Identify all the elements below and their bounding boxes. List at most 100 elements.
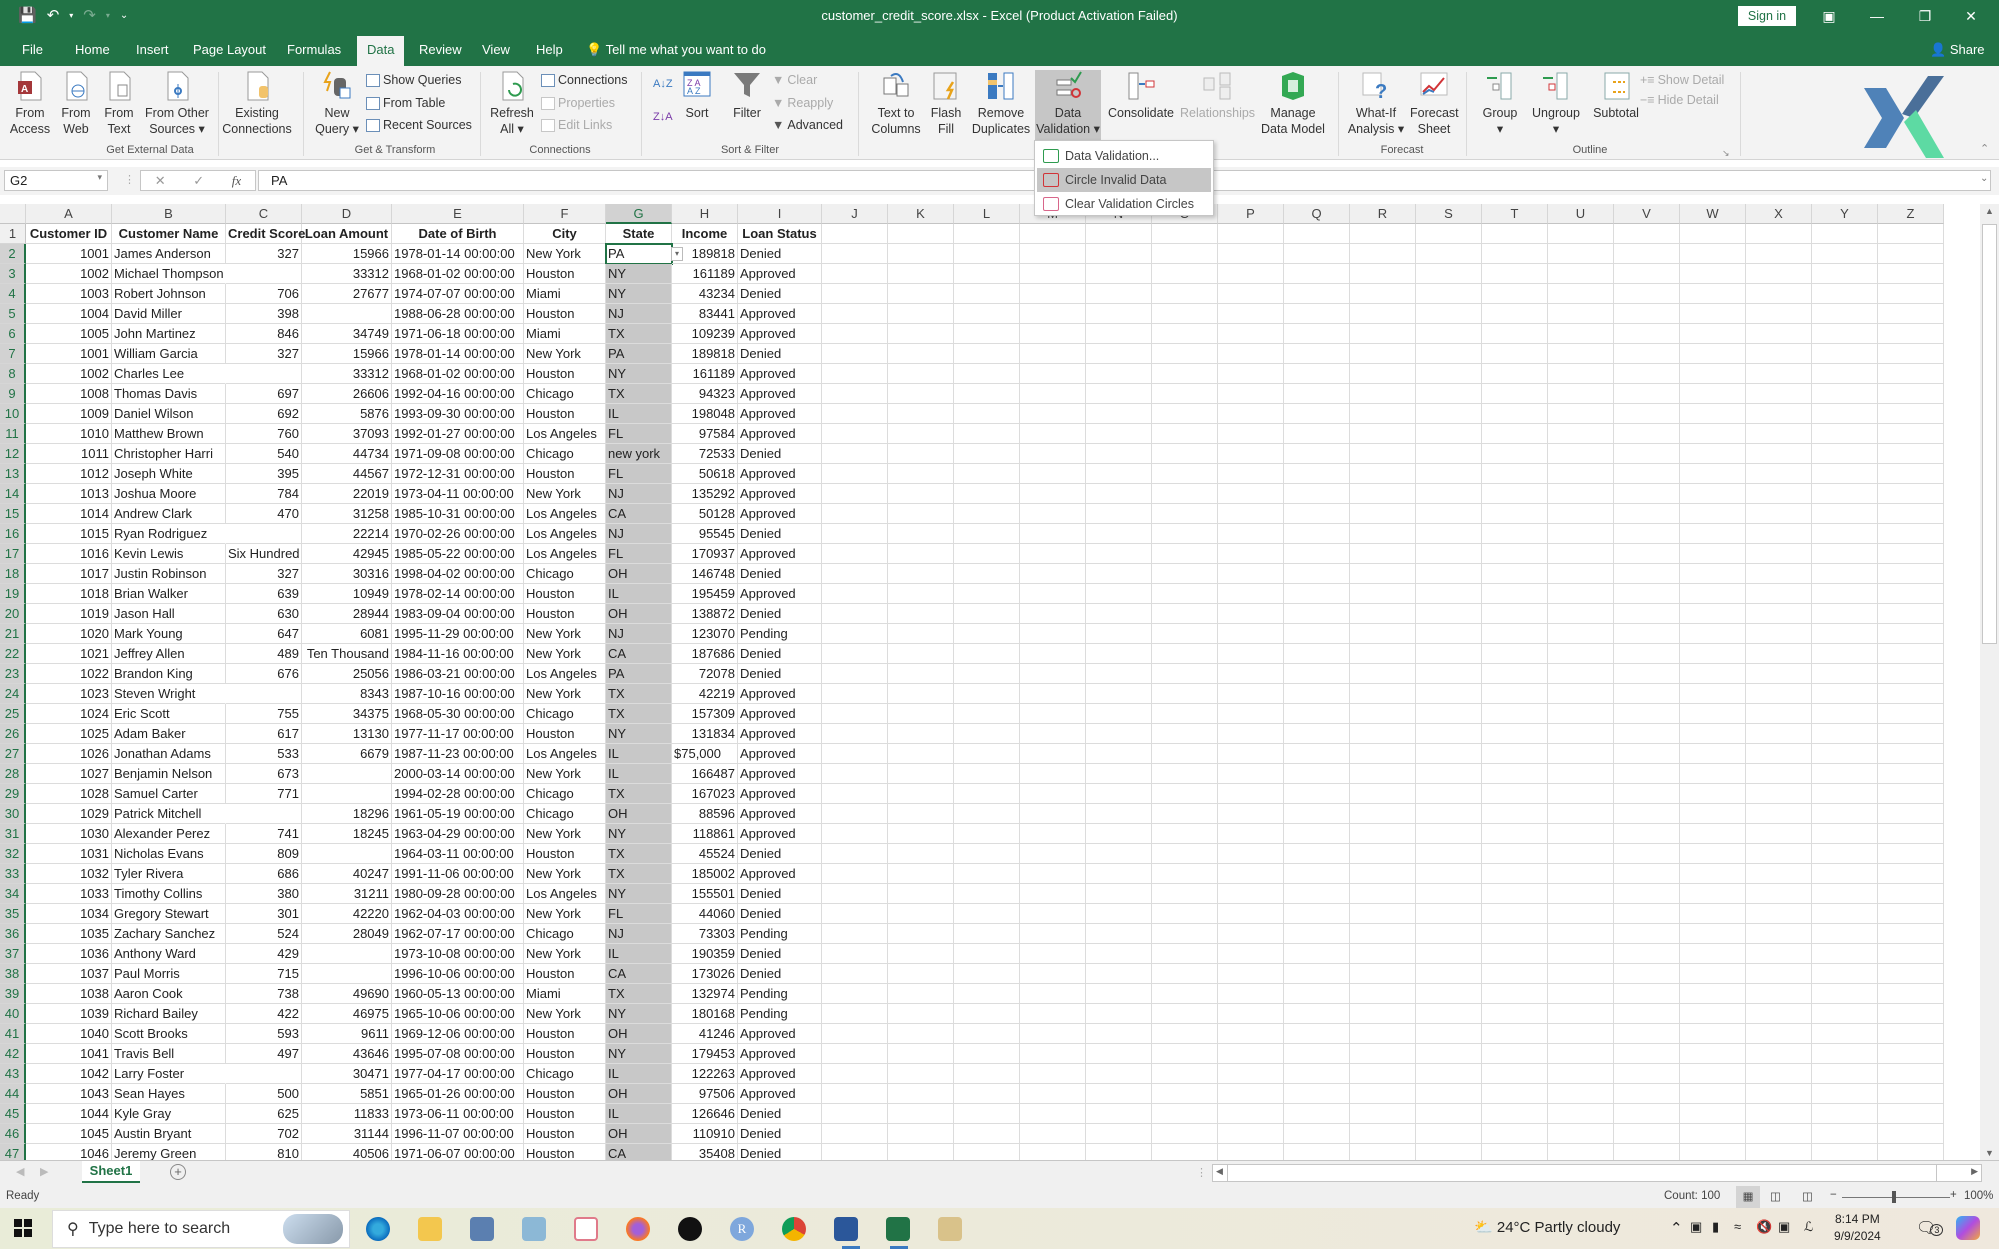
spreadsheet-grid[interactable]: ABCDEFGHIJKLMNOPQRSTUVWXYZ 1Customer IDC… [0,204,1980,1160]
cell-empty[interactable] [888,944,954,964]
cell-empty[interactable] [1878,684,1944,704]
cell-empty[interactable] [954,244,1020,264]
cell-state[interactable]: NY [606,884,672,904]
cell-empty[interactable] [888,1044,954,1064]
cell-city[interactable]: Houston [524,404,606,424]
remove-duplicates-button[interactable]: Remove Duplicates [970,70,1032,137]
cell-customer-name[interactable]: Brandon King [112,664,226,684]
cell-empty[interactable] [1284,1144,1350,1160]
cell-income[interactable]: 189818 [672,344,738,364]
cell-empty[interactable] [1218,844,1284,864]
consolidate-button[interactable]: Consolidate [1106,70,1176,121]
cell-empty[interactable] [1680,604,1746,624]
cell-customer-name[interactable]: Eric Scott [112,704,226,724]
cell-empty[interactable] [1218,484,1284,504]
cell-empty[interactable] [1878,504,1944,524]
cell-empty[interactable] [822,844,888,864]
cell-empty[interactable] [1020,584,1086,604]
cell-empty[interactable] [1020,984,1086,1004]
cell-credit-score[interactable]: 395 [226,464,302,484]
cell-empty[interactable] [1416,264,1482,284]
cell-empty[interactable] [1614,784,1680,804]
cell-empty[interactable] [1812,1144,1878,1160]
cell-empty[interactable] [1482,504,1548,524]
cell-empty[interactable] [822,1004,888,1024]
taskbar-search[interactable]: ⚲ Type here to search [52,1210,350,1248]
row-header[interactable]: 5 [0,304,26,324]
cell-empty[interactable] [1086,264,1152,284]
cell-empty[interactable] [1680,444,1746,464]
cell-empty[interactable] [954,424,1020,444]
cell-customer-name[interactable]: Charles Lee [112,364,226,384]
cell-loan-amount[interactable]: 6679 [302,744,392,764]
cell-customer-name[interactable]: Justin Robinson [112,564,226,584]
cell-empty[interactable] [1746,504,1812,524]
cell-date-of-birth[interactable]: 1973-10-08 00:00:00 [392,944,524,964]
cell-empty[interactable] [1812,584,1878,604]
cell-empty[interactable] [1152,284,1218,304]
cell-empty[interactable] [888,464,954,484]
row-header[interactable]: 31 [0,824,26,844]
cell-income[interactable]: 123070 [672,624,738,644]
cell-empty[interactable] [1152,424,1218,444]
cell-empty[interactable] [1020,1024,1086,1044]
cell-empty[interactable] [1152,704,1218,724]
cell-date-of-birth[interactable]: 1986-03-21 00:00:00 [392,664,524,684]
cell-empty[interactable] [1482,1024,1548,1044]
cell-empty[interactable] [1086,1064,1152,1084]
meet-now-icon[interactable]: ▣ [1690,1219,1702,1235]
cell-empty[interactable] [954,1144,1020,1160]
cell-empty[interactable] [1218,624,1284,644]
name-box[interactable]: G2 ▾ [4,170,108,191]
cell-loan-status[interactable]: Denied [738,564,822,584]
cell-empty[interactable] [1350,1124,1416,1144]
cell-empty[interactable] [1680,464,1746,484]
cell-empty[interactable] [1152,784,1218,804]
edge-icon[interactable] [366,1217,390,1241]
cell-empty[interactable] [1020,304,1086,324]
cell-loan-amount[interactable] [302,304,392,324]
row-header[interactable]: 7 [0,344,26,364]
cell-empty[interactable] [1020,1084,1086,1104]
cell-loan-amount[interactable]: 44567 [302,464,392,484]
cell-empty[interactable] [1614,764,1680,784]
cell-empty[interactable] [1614,224,1680,244]
cell-empty[interactable] [1812,464,1878,484]
column-header-z[interactable]: Z [1878,204,1944,224]
data-validation-button[interactable]: Data Validation ▾ [1035,70,1101,140]
cell-empty[interactable] [1020,404,1086,424]
cell-date-of-birth[interactable]: 2000-03-14 00:00:00 [392,764,524,784]
cell-empty[interactable] [1548,1144,1614,1160]
cell-empty[interactable] [1086,1004,1152,1024]
cell-credit-score[interactable]: 809 [226,844,302,864]
cell-loan-status[interactable]: Approved [738,704,822,724]
cell-empty[interactable] [1086,564,1152,584]
cell-loan-amount[interactable]: 31211 [302,884,392,904]
cell-income[interactable]: 43234 [672,284,738,304]
cell-empty[interactable] [1086,404,1152,424]
cell-empty[interactable] [1350,924,1416,944]
cell-loan-amount[interactable]: 27677 [302,284,392,304]
cell-empty[interactable] [1614,644,1680,664]
cell-empty[interactable] [1680,1044,1746,1064]
cell-empty[interactable] [1614,344,1680,364]
cell-customer-name[interactable]: David Miller [112,304,226,324]
cell-empty[interactable] [1548,584,1614,604]
tab-help[interactable]: Help [536,42,563,57]
cell-customer-name[interactable]: Andrew Clark [112,504,226,524]
cell-empty[interactable] [1152,304,1218,324]
cell-empty[interactable] [1350,964,1416,984]
cell-state[interactable]: TX [606,704,672,724]
cell-empty[interactable] [1020,364,1086,384]
cell-customer-id[interactable]: 1019 [26,604,112,624]
cell-empty[interactable] [1152,844,1218,864]
cell-empty[interactable] [1548,944,1614,964]
cell-empty[interactable] [1878,364,1944,384]
cell-empty[interactable] [954,1044,1020,1064]
cell-empty[interactable] [1350,744,1416,764]
github-desktop-icon[interactable] [678,1217,702,1241]
cell-empty[interactable] [888,244,954,264]
name-box-dropdown-icon[interactable]: ▾ [97,172,102,183]
cell-empty[interactable] [1680,644,1746,664]
row-header[interactable]: 44 [0,1084,26,1104]
